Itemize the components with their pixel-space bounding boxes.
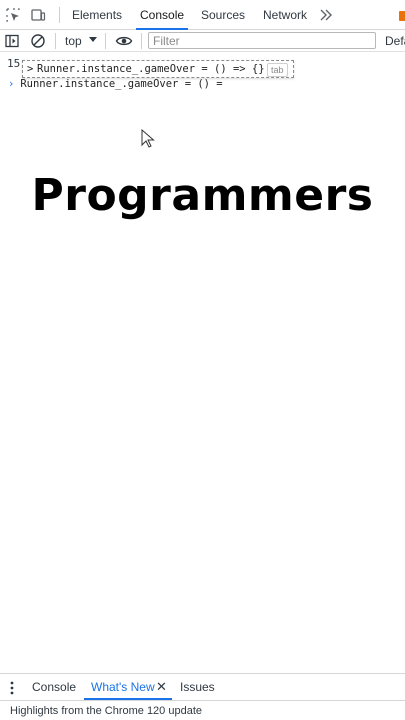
filter-input[interactable] — [148, 32, 376, 49]
context-selector[interactable]: top — [65, 32, 82, 50]
tab-sources[interactable]: Sources — [201, 0, 245, 29]
console-toolbar: top Default levels — [0, 30, 405, 52]
toolbar-separator — [105, 33, 106, 49]
drawer-active-tab-indicator — [84, 698, 172, 700]
autocomplete-suggestion[interactable]: Runner.instance_.gameOver = () => {} — [37, 61, 265, 77]
devtools-window: Elements Console Sources Network top Def… — [0, 0, 405, 720]
drawer-menu-kebab-icon[interactable] — [9, 680, 15, 696]
drawer-tab-issues[interactable]: Issues — [180, 674, 215, 700]
console-input-text[interactable]: Runner.instance_.gameOver = () = — [20, 78, 222, 90]
overlay-headline: Programmers — [31, 170, 374, 221]
drawer-tab-whats-new[interactable]: What's New — [91, 674, 155, 700]
close-tab-icon[interactable]: ✕ — [156, 680, 168, 694]
console-prompt[interactable]: › Runner.instance_.gameOver = () = — [8, 78, 223, 90]
tab-bar-separator — [59, 7, 60, 23]
device-toolbar-icon[interactable] — [30, 7, 46, 23]
inspect-element-icon[interactable] — [5, 7, 21, 23]
drawer-tab-console[interactable]: Console — [32, 674, 76, 700]
whats-new-panel: Highlights from the Chrome 120 update — [0, 701, 405, 720]
tab-elements[interactable]: Elements — [72, 0, 122, 29]
log-levels-dropdown[interactable]: Default levels — [385, 32, 405, 50]
message-count: 15 — [7, 57, 21, 70]
drawer-tab-bar: Console What's New ✕ Issues — [0, 673, 405, 701]
devtools-tab-bar: Elements Console Sources Network — [0, 0, 405, 30]
sidebar-toggle-icon[interactable] — [4, 33, 20, 49]
tab-network[interactable]: Network — [263, 0, 307, 29]
issues-warning-icon[interactable] — [399, 11, 405, 21]
tab-key-hint: tab — [267, 63, 288, 77]
toolbar-separator — [141, 33, 142, 49]
suggestion-chevron-icon: > — [27, 63, 34, 75]
toolbar-separator — [55, 33, 56, 49]
live-expression-eye-icon[interactable] — [115, 33, 133, 49]
whats-new-highlights-text: Highlights from the Chrome 120 update — [10, 705, 202, 717]
context-caret-icon[interactable] — [89, 37, 97, 42]
more-tabs-chevron-icon[interactable] — [318, 7, 334, 23]
prompt-chevron-icon: › — [8, 78, 15, 90]
console-output-area[interactable]: 15 > Runner.instance_.gameOver = () => {… — [0, 52, 405, 670]
tab-console[interactable]: Console — [135, 0, 189, 30]
autocomplete-suggestion-box[interactable]: > Runner.instance_.gameOver = () => {} t… — [22, 60, 294, 78]
clear-console-icon[interactable] — [30, 33, 46, 49]
mouse-pointer-icon — [141, 129, 155, 148]
